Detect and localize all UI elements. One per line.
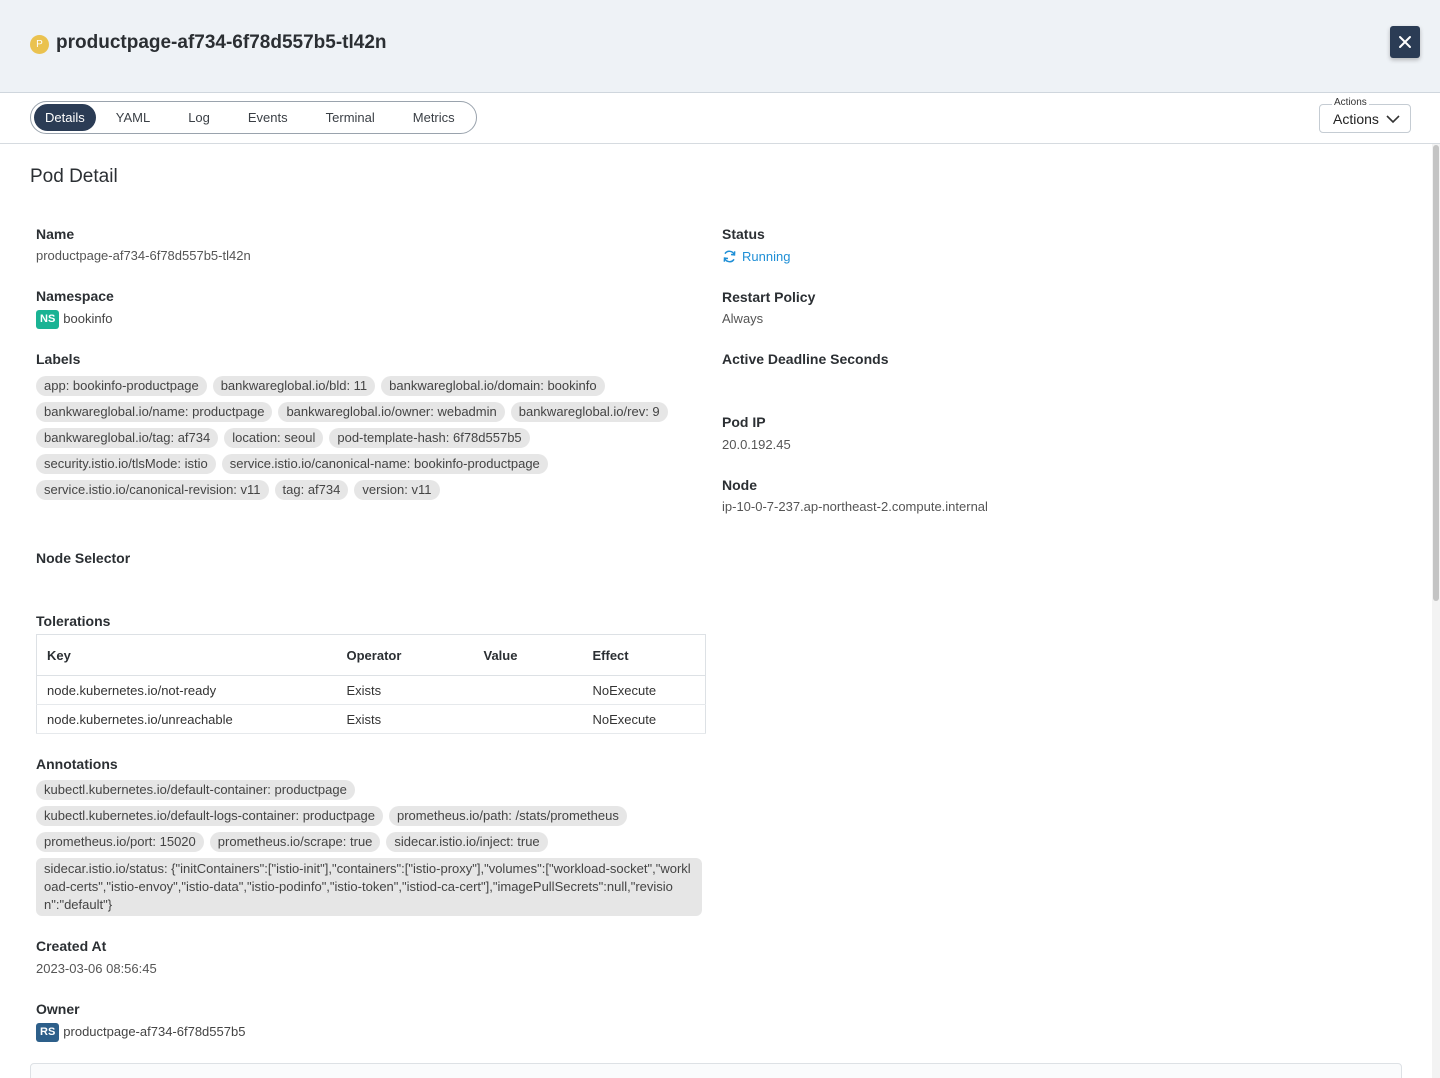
pod-ip-label: Pod IP: [722, 414, 766, 430]
node-value: ip-10-0-7-237.ap-northeast-2.compute.int…: [722, 499, 988, 514]
annotation-chip: sidecar.istio.io/status: {"initContainer…: [36, 858, 702, 916]
namespace-link[interactable]: NS bookinfo: [36, 310, 112, 329]
name-label: Name: [36, 226, 75, 242]
status-value: Running: [722, 249, 790, 264]
namespace-value: bookinfo: [63, 310, 113, 326]
annotation-chip: kubectl.kubernetes.io/default-logs-conta…: [36, 806, 383, 826]
tolerations-table: Key Operator Value Effect node.kubernete…: [36, 634, 706, 734]
label-chip: bankwareglobal.io/rev: 9: [510, 402, 668, 422]
tab-events[interactable]: Events: [230, 104, 306, 131]
namespace-label: Namespace: [36, 288, 114, 304]
created-at-label: Created At: [36, 938, 107, 954]
annotations-label: Annotations: [36, 756, 118, 772]
vertical-scrollbar[interactable]: [1432, 144, 1440, 1078]
label-chip: pod-template-hash: 6f78d557b5: [329, 428, 530, 448]
restart-policy-label: Restart Policy: [722, 289, 816, 305]
status-label: Status: [722, 226, 765, 242]
annotation-chip: prometheus.io/scrape: true: [209, 832, 381, 852]
node-label: Node: [722, 477, 757, 493]
scrollbar-thumb[interactable]: [1433, 145, 1439, 601]
toleration-value: [473, 704, 583, 734]
label-chip: bankwareglobal.io/tag: af734: [36, 428, 219, 448]
owner-label: Owner: [36, 1001, 80, 1017]
tab-log[interactable]: Log: [170, 104, 228, 131]
toleration-key: node.kubernetes.io/not-ready: [36, 675, 337, 705]
close-button[interactable]: [1390, 26, 1420, 58]
tab-details[interactable]: Details: [34, 104, 96, 131]
annotations-list: kubectl.kubernetes.io/default-container:…: [36, 780, 706, 916]
table-row: node.kubernetes.io/not-ready Exists NoEx…: [36, 675, 706, 705]
tab-group: Details YAML Log Events Terminal Metrics: [30, 101, 477, 134]
label-chip: bankwareglobal.io/domain: bookinfo: [381, 376, 605, 396]
label-chip: service.istio.io/canonical-revision: v11: [36, 480, 269, 500]
refresh-icon: [723, 250, 736, 263]
label-chip: bankwareglobal.io/name: productpage: [36, 402, 273, 422]
label-chip: location: seoul: [224, 428, 324, 448]
actions-legend: Actions: [1332, 97, 1369, 108]
tab-terminal[interactable]: Terminal: [308, 104, 393, 131]
col-header-operator: Operator: [336, 634, 474, 676]
actions-select[interactable]: Actions Actions: [1319, 97, 1411, 133]
section-title: Pod Detail: [30, 166, 118, 187]
node-selector-label: Node Selector: [36, 550, 131, 566]
tab-bar: Details YAML Log Events Terminal Metrics Acti…: [0, 93, 1440, 144]
toleration-operator: Exists: [336, 704, 474, 734]
pod-kind-badge: P: [30, 35, 49, 54]
labels-label: Labels: [36, 351, 81, 367]
created-at-value: 2023-03-06 08:56:45: [36, 961, 157, 976]
annotation-chip: kubectl.kubernetes.io/default-container:…: [36, 780, 355, 800]
owner-link[interactable]: RS productpage-af734-6f78d557b5: [36, 1023, 245, 1042]
col-header-key: Key: [36, 634, 337, 676]
pod-ip-value: 20.0.192.45: [722, 437, 791, 452]
owner-value: productpage-af734-6f78d557b5: [63, 1023, 246, 1039]
toleration-value: [473, 675, 583, 705]
namespace-badge: NS: [36, 310, 60, 329]
status-text: Running: [742, 249, 791, 264]
label-chip: version: v11: [354, 480, 440, 500]
tab-yaml[interactable]: YAML: [98, 104, 168, 131]
label-chip: bankwareglobal.io/bld: 11: [212, 376, 376, 396]
tab-metrics[interactable]: Metrics: [395, 104, 473, 131]
active-deadline-label: Active Deadline Seconds: [722, 351, 889, 367]
tolerations-label: Tolerations: [36, 613, 111, 629]
col-header-value: Value: [473, 634, 583, 676]
table-row: node.kubernetes.io/unreachable Exists No…: [36, 704, 706, 734]
toleration-key: node.kubernetes.io/unreachable: [36, 704, 337, 734]
toleration-operator: Exists: [336, 675, 474, 705]
toleration-effect: NoExecute: [582, 704, 706, 734]
col-header-effect: Effect: [582, 634, 706, 676]
label-chip: bankwareglobal.io/owner: webadmin: [278, 402, 505, 422]
annotation-chip: prometheus.io/port: 15020: [36, 832, 204, 852]
restart-policy-value: Always: [722, 311, 764, 326]
label-chip: tag: af734: [274, 480, 349, 500]
drawer-header: P productpage-af734-6f78d557b5-tl42n: [0, 0, 1440, 93]
chevron-down-icon: [1386, 115, 1400, 124]
label-chip: app: bookinfo-productpage: [36, 376, 207, 396]
annotation-chip: prometheus.io/path: /stats/prometheus: [389, 806, 627, 826]
label-chip: security.istio.io/tlsMode: istio: [36, 454, 216, 474]
page-title: productpage-af734-6f78d557b5-tl42n: [56, 32, 387, 53]
annotation-chip: sidecar.istio.io/inject: true: [386, 832, 548, 852]
owner-badge: RS: [36, 1023, 60, 1042]
labels-list: app: bookinfo-productpage bankwareglobal.…: [36, 376, 676, 500]
close-icon: [1399, 36, 1411, 48]
name-value: productpage-af734-6f78d557b5-tl42n: [36, 248, 251, 263]
detail-content: Pod Detail Name productpage-af734-6f78d5…: [0, 144, 1440, 1078]
actions-selected-value: Actions: [1333, 111, 1379, 127]
next-section-card: [30, 1063, 1402, 1078]
toleration-effect: NoExecute: [582, 675, 706, 705]
label-chip: service.istio.io/canonical-name: bookinf…: [221, 454, 548, 474]
